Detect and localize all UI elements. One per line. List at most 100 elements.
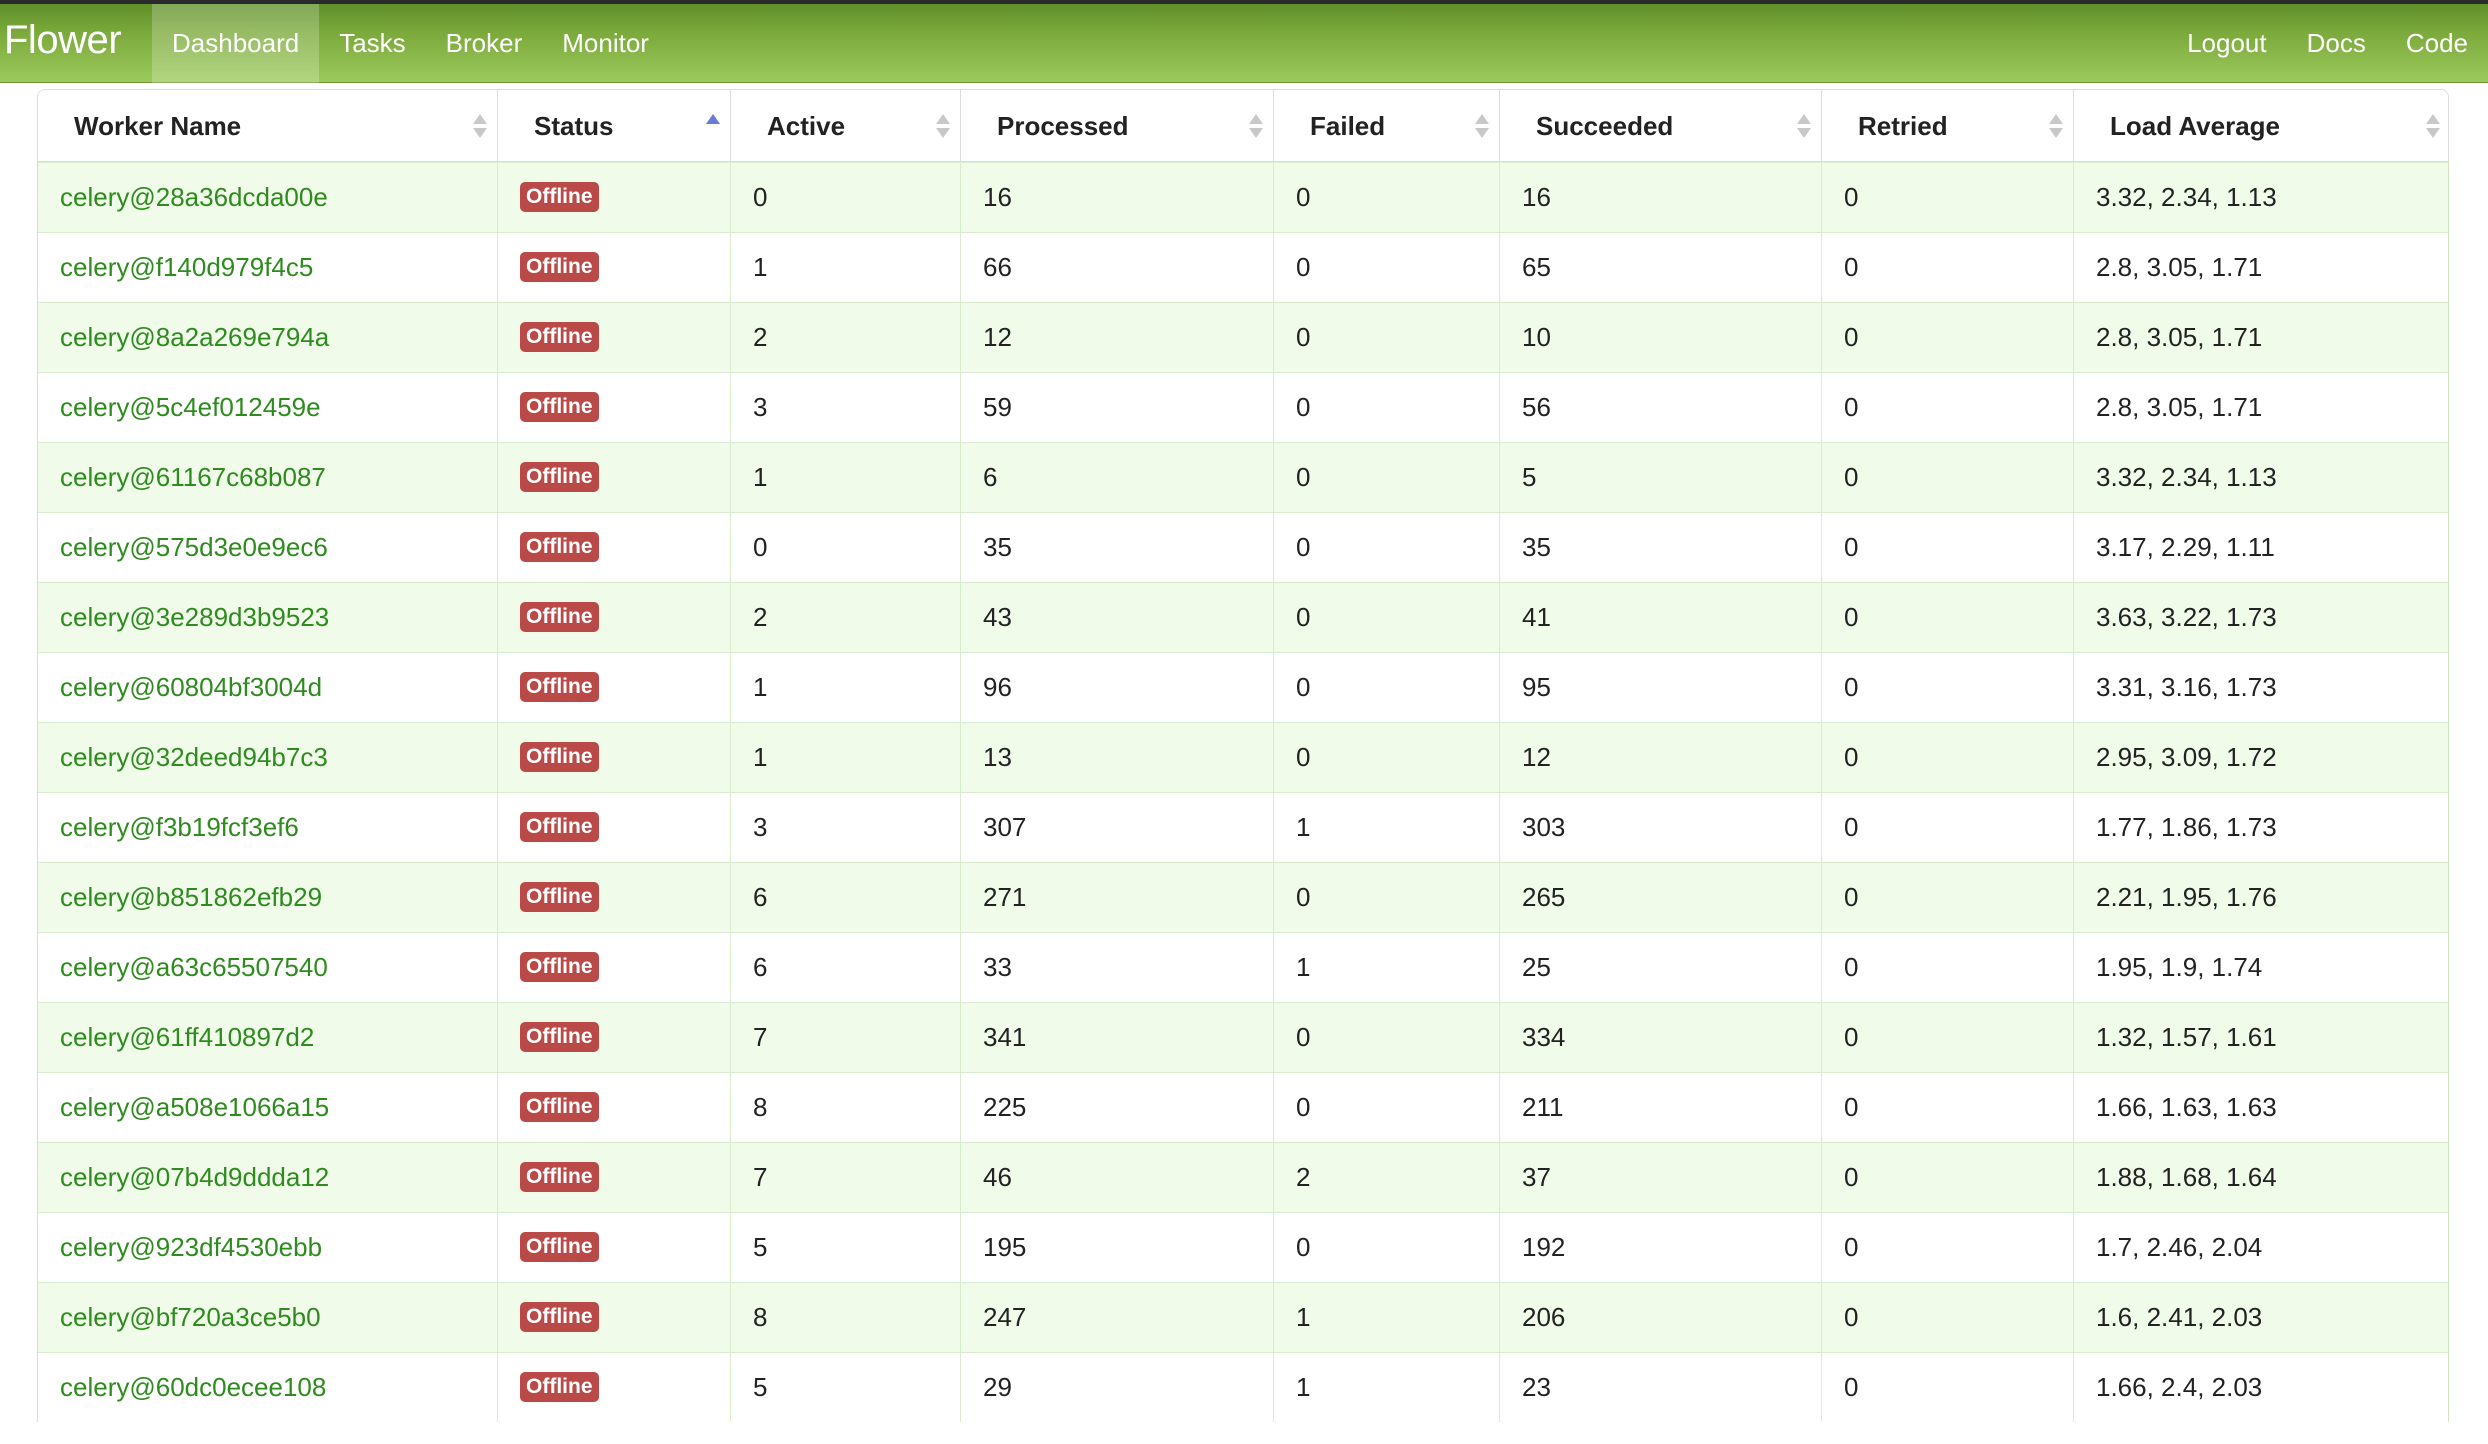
cell-status: Offline	[498, 1213, 731, 1282]
worker-link[interactable]: celery@3e289d3b9523	[60, 602, 329, 632]
worker-link[interactable]: celery@5c4ef012459e	[60, 392, 321, 422]
sort-icon[interactable]	[1475, 112, 1489, 142]
worker-link[interactable]: celery@60dc0ecee108	[60, 1372, 326, 1402]
nav-dashboard[interactable]: Dashboard	[152, 4, 320, 83]
cell-value: 5	[1522, 462, 1537, 492]
worker-link[interactable]: celery@28a36dcda00e	[60, 182, 328, 212]
table-row: celery@b851862efb29 Offline 6 271 0 265 0 2.21,…	[38, 862, 2448, 932]
table-header: Worker Name Status Active Processed Failed Su…	[37, 89, 2450, 163]
worker-link[interactable]: celery@61167c68b087	[60, 462, 326, 492]
cell-value: 334	[1522, 1022, 1566, 1052]
sort-icon[interactable]	[1249, 112, 1263, 142]
worker-link[interactable]: celery@923df4530ebb	[60, 1232, 322, 1262]
cell-value: 6	[983, 462, 998, 492]
nav-logout[interactable]: Logout	[2167, 4, 2287, 83]
cell-value: 1	[753, 672, 768, 702]
cell-value: 2	[1296, 1162, 1311, 1192]
cell-value: 0	[1296, 322, 1311, 352]
cell-worker-name: celery@60804bf3004d	[38, 653, 498, 722]
column-header-failed[interactable]: Failed	[1274, 90, 1500, 163]
worker-link[interactable]: celery@8a2a269e794a	[60, 322, 329, 352]
column-header-retried[interactable]: Retried	[1822, 90, 2074, 163]
cell-value: 23	[1522, 1372, 1551, 1402]
cell-status: Offline	[498, 1283, 731, 1352]
worker-link[interactable]: celery@575d3e0e9ec6	[60, 532, 328, 562]
column-header-processed[interactable]: Processed	[961, 90, 1274, 163]
cell-load-average: 3.63, 3.22, 1.73	[2074, 583, 2450, 652]
cell-load-average: 1.66, 2.4, 2.03	[2074, 1353, 2450, 1422]
cell-retried: 0	[1822, 723, 2074, 792]
worker-link[interactable]: celery@b851862efb29	[60, 882, 322, 912]
nav-code[interactable]: Code	[2386, 4, 2488, 83]
table-row: celery@5c4ef012459e Offline 3 59 0 56 0 2.8, 3.…	[38, 372, 2448, 442]
cell-processed: 96	[961, 653, 1274, 722]
column-header-label: Retried	[1858, 111, 1948, 141]
worker-link[interactable]: celery@f3b19fcf3ef6	[60, 812, 299, 842]
cell-active: 0	[731, 163, 961, 232]
cell-value: 6	[753, 882, 768, 912]
cell-retried: 0	[1822, 793, 2074, 862]
sort-icon[interactable]	[473, 112, 487, 142]
sort-icon[interactable]	[2049, 112, 2063, 142]
worker-link[interactable]: celery@bf720a3ce5b0	[60, 1302, 321, 1332]
column-header-status[interactable]: Status	[498, 90, 731, 163]
cell-value: 41	[1522, 602, 1551, 632]
worker-link[interactable]: celery@a508e1066a15	[60, 1092, 329, 1122]
nav-monitor[interactable]: Monitor	[542, 4, 669, 83]
cell-value: 2.8, 3.05, 1.71	[2096, 252, 2263, 282]
cell-load-average: 1.88, 1.68, 1.64	[2074, 1143, 2450, 1212]
cell-failed: 0	[1274, 373, 1500, 442]
sort-icon[interactable]	[2426, 112, 2440, 142]
cell-value: 2.95, 3.09, 1.72	[2096, 742, 2277, 772]
cell-status: Offline	[498, 723, 731, 792]
worker-link[interactable]: celery@f140d979f4c5	[60, 252, 313, 282]
cell-status: Offline	[498, 1073, 731, 1142]
cell-value: 225	[983, 1092, 1027, 1122]
cell-value: 0	[1844, 1092, 1859, 1122]
cell-succeeded: 56	[1500, 373, 1822, 442]
worker-link[interactable]: celery@60804bf3004d	[60, 672, 322, 702]
cell-succeeded: 334	[1500, 1003, 1822, 1072]
nav-broker[interactable]: Broker	[426, 4, 543, 83]
cell-value: 0	[1296, 1022, 1311, 1052]
column-header-load-average[interactable]: Load Average	[2074, 90, 2450, 163]
sort-icon[interactable]	[936, 112, 950, 142]
worker-link[interactable]: celery@a63c65507540	[60, 952, 328, 982]
status-badge: Offline	[520, 742, 599, 773]
cell-value: 303	[1522, 812, 1566, 842]
cell-active: 6	[731, 863, 961, 932]
column-header-worker-name[interactable]: Worker Name	[38, 90, 498, 163]
cell-status: Offline	[498, 443, 731, 512]
cell-value: 0	[1296, 1092, 1311, 1122]
cell-failed: 0	[1274, 233, 1500, 302]
cell-load-average: 2.8, 3.05, 1.71	[2074, 303, 2450, 372]
column-header-succeeded[interactable]: Succeeded	[1500, 90, 1822, 163]
brand-logo[interactable]: Flower	[4, 18, 122, 63]
cell-succeeded: 12	[1500, 723, 1822, 792]
cell-value: 5	[753, 1232, 768, 1262]
cell-value: 2.21, 1.95, 1.76	[2096, 882, 2277, 912]
cell-value: 0	[1296, 672, 1311, 702]
cell-failed: 0	[1274, 163, 1500, 232]
cell-status: Offline	[498, 653, 731, 722]
table-row: celery@60dc0ecee108 Offline 5 29 1 23 0 1.66, 2…	[38, 1352, 2448, 1422]
cell-value: 43	[983, 602, 1012, 632]
cell-value: 211	[1522, 1092, 1564, 1122]
sort-icon[interactable]	[1797, 112, 1811, 142]
table-row: celery@61167c68b087 Offline 1 6 0 5 0 3.32, 2.3…	[38, 442, 2448, 512]
cell-load-average: 1.77, 1.86, 1.73	[2074, 793, 2450, 862]
status-badge: Offline	[520, 462, 599, 493]
cell-active: 1	[731, 233, 961, 302]
worker-link[interactable]: celery@07b4d9ddda12	[60, 1162, 329, 1192]
cell-value: 46	[983, 1162, 1012, 1192]
cell-value: 0	[1296, 882, 1311, 912]
nav-docs[interactable]: Docs	[2287, 4, 2386, 83]
navbar: Flower Dashboard Tasks Broker Monitor Lo…	[0, 0, 2488, 83]
column-header-active[interactable]: Active	[731, 90, 961, 163]
cell-value: 3	[753, 392, 768, 422]
worker-link[interactable]: celery@32deed94b7c3	[60, 742, 328, 772]
worker-link[interactable]: celery@61ff410897d2	[60, 1022, 314, 1052]
table-row: celery@61ff410897d2 Offline 7 341 0 334 0 1.32,…	[38, 1002, 2448, 1072]
sort-asc-icon[interactable]	[706, 112, 720, 142]
nav-tasks[interactable]: Tasks	[319, 4, 425, 83]
